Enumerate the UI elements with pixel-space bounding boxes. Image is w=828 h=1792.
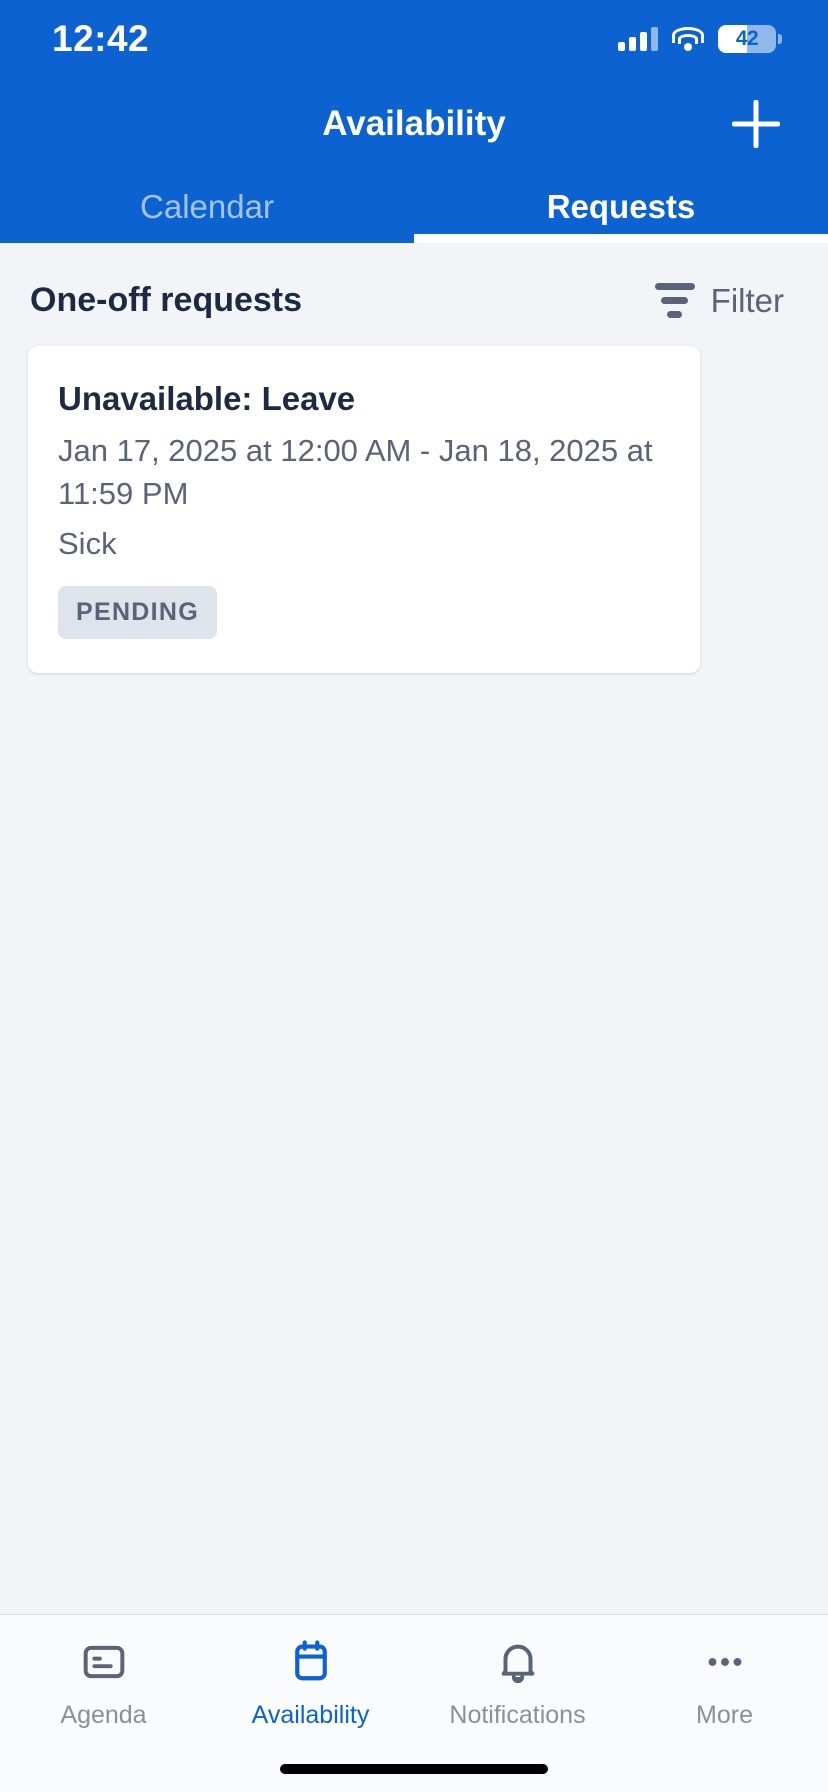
- tab-calendar[interactable]: Calendar: [0, 170, 414, 243]
- app-screen: 12:42 42 Availability Calendar Requests …: [0, 0, 828, 1792]
- home-indicator[interactable]: [280, 1764, 548, 1774]
- agenda-icon: [79, 1637, 129, 1687]
- battery-percent-label: 42: [735, 27, 759, 50]
- plus-icon[interactable]: [730, 98, 782, 150]
- filter-label: Filter: [710, 281, 784, 319]
- home-indicator-area: [0, 1746, 828, 1792]
- tab-requests[interactable]: Requests: [414, 170, 828, 243]
- filter-icon: [654, 283, 695, 318]
- battery-icon: 42: [718, 25, 782, 53]
- bottom-nav-label-more: More: [696, 1701, 753, 1729]
- bottom-nav-label-availability: Availability: [251, 1701, 370, 1729]
- section-header: One-off requests Filter: [0, 243, 828, 320]
- content-area: One-off requests Filter Unavailable: Lea…: [0, 243, 828, 1614]
- status-bar-indicators: 42: [618, 25, 782, 53]
- bottom-nav-item-agenda[interactable]: Agenda: [0, 1637, 207, 1746]
- request-reason: Sick: [58, 525, 117, 561]
- cellular-signal-icon: [618, 27, 658, 51]
- calendar-icon: [286, 1637, 336, 1687]
- status-bar-clock: 12:42: [52, 18, 150, 59]
- bottom-navigation: Agenda Availability Notifications More: [0, 1614, 828, 1792]
- active-tab-indicator: [414, 234, 828, 243]
- segment-tabs: Calendar Requests: [0, 170, 828, 243]
- bottom-nav-item-availability[interactable]: Availability: [207, 1637, 414, 1746]
- bottom-nav-item-more[interactable]: More: [621, 1637, 828, 1746]
- status-badge: PENDING: [58, 585, 218, 639]
- bottom-nav-label-agenda: Agenda: [60, 1701, 147, 1729]
- section-title: One-off requests: [30, 281, 303, 319]
- filter-button[interactable]: Filter: [654, 281, 784, 320]
- app-header: 12:42 42 Availability Calendar Requests: [0, 0, 828, 243]
- bottom-nav-label-notifications: Notifications: [449, 1701, 586, 1729]
- navigation-bar: Availability: [0, 78, 828, 170]
- request-card[interactable]: Unavailable: Leave Jan 17, 2025 at 12:00…: [28, 346, 700, 673]
- bottom-nav-item-notifications[interactable]: Notifications: [414, 1637, 621, 1746]
- request-date-range: Jan 17, 2025 at 12:00 AM - Jan 18, 2025 …: [58, 433, 653, 511]
- page-title: Availability: [322, 104, 506, 143]
- ellipsis-icon: [700, 1637, 750, 1687]
- wifi-icon: [672, 27, 704, 51]
- status-bar: 12:42 42: [0, 0, 828, 78]
- bell-icon: [493, 1637, 543, 1687]
- request-title: Unavailable: Leave: [58, 380, 356, 417]
